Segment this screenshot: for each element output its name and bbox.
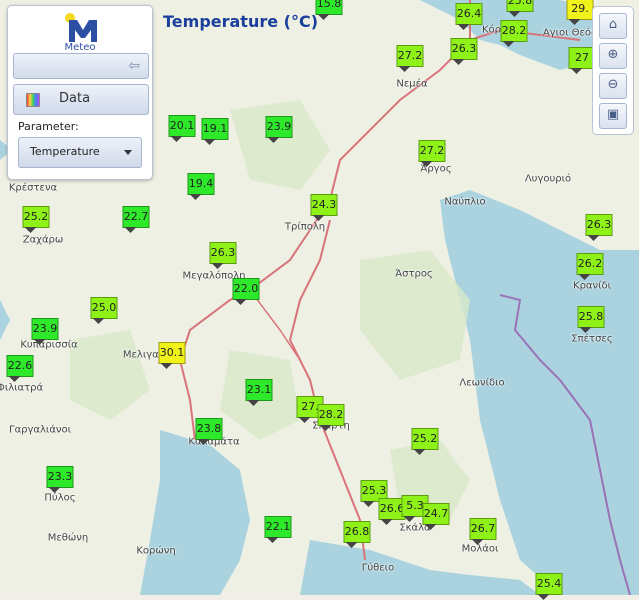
temperature-marker[interactable]: 27.2: [418, 140, 446, 167]
temperature-marker[interactable]: 24.3: [310, 194, 338, 221]
place-label: Λυγουριό: [524, 173, 572, 185]
place-label: Ναύπλιο: [444, 196, 486, 208]
temperature-marker[interactable]: 28.2: [500, 20, 528, 47]
temperature-marker[interactable]: 15.8: [315, 0, 343, 20]
temperature-marker[interactable]: 22.0: [232, 278, 260, 305]
temperature-marker[interactable]: 23.9: [265, 116, 293, 143]
place-label: Αγιοι Θεόδ: [542, 27, 598, 39]
place-label: Σπέτσες: [571, 333, 613, 345]
parameter-value: Temperature: [30, 145, 100, 158]
place-label: Μεθώνη: [47, 532, 89, 544]
place-label: Γαργαλιάνοι: [8, 424, 72, 436]
place-label: Κρανίδι: [573, 280, 611, 292]
map-title: Temperature (°C): [163, 12, 319, 31]
home-icon[interactable]: ⌂: [599, 13, 627, 39]
place-label: Φιλιατρά: [0, 382, 44, 394]
color-palette-icon: [26, 93, 40, 107]
zoom-in-icon[interactable]: ⊕: [599, 43, 627, 69]
collapse-bar[interactable]: ⇦: [13, 53, 149, 79]
temperature-marker[interactable]: 26.2: [576, 253, 604, 280]
place-label: Λεωνίδιο: [459, 377, 505, 389]
data-button[interactable]: Data: [13, 84, 149, 115]
temperature-marker[interactable]: 23.3: [46, 466, 74, 493]
zoom-out-icon[interactable]: ⊖: [599, 73, 627, 99]
place-label: Άστρος: [395, 268, 433, 280]
temperature-marker[interactable]: 26.8: [343, 521, 371, 548]
temperature-marker[interactable]: 25.8: [577, 306, 605, 333]
place-label: Κυπαρισσία: [20, 339, 78, 351]
map-toolbar: ⌂ ⊕ ⊖ ▣: [592, 6, 634, 135]
temperature-marker[interactable]: 23.9: [31, 318, 59, 345]
temperature-marker[interactable]: 26.7: [469, 518, 497, 545]
temperature-marker[interactable]: 27.2: [396, 45, 424, 72]
chevron-down-icon: [124, 150, 132, 155]
place-label: Μολάοι: [461, 543, 499, 555]
fit-extent-icon[interactable]: ▣: [599, 103, 627, 129]
temperature-marker[interactable]: 26.4: [455, 3, 483, 30]
back-arrow-icon[interactable]: ⇦: [128, 58, 140, 74]
temperature-marker[interactable]: 20.1: [168, 115, 196, 142]
temperature-marker[interactable]: 26.3: [450, 38, 478, 65]
temperature-marker[interactable]: 28.2: [317, 404, 345, 431]
control-panel: Meteo ⇦ Data Parameter: Temperature: [7, 5, 153, 180]
temperature-marker[interactable]: 30.1: [158, 342, 186, 369]
temperature-marker[interactable]: 23.8: [195, 418, 223, 445]
data-button-label: Data: [59, 91, 91, 106]
temperature-marker[interactable]: 29.: [566, 0, 594, 25]
temperature-marker[interactable]: 19.4: [187, 173, 215, 200]
place-label: Πύλος: [44, 492, 76, 504]
temperature-marker[interactable]: 22.6: [6, 355, 34, 382]
place-label: Κορώνη: [136, 545, 176, 557]
temperature-marker[interactable]: 25.0: [90, 297, 118, 324]
parameter-label: Parameter:: [18, 120, 79, 133]
place-label: Κρέστενα: [8, 182, 58, 194]
temperature-marker[interactable]: 26.3: [585, 214, 613, 241]
parameter-select[interactable]: Temperature: [18, 137, 142, 168]
temperature-marker[interactable]: 25.4: [535, 573, 563, 600]
temperature-marker[interactable]: 25.8: [506, 0, 534, 17]
temperature-marker[interactable]: 22.7: [122, 206, 150, 233]
temperature-marker[interactable]: 25.2: [22, 206, 50, 233]
place-label: Νεμέα: [396, 78, 428, 90]
logo-text: Meteo: [64, 42, 96, 53]
temperature-marker[interactable]: 24.7: [422, 503, 450, 530]
temperature-marker[interactable]: 25.2: [411, 428, 439, 455]
temperature-marker[interactable]: 26.3: [209, 242, 237, 269]
place-label: Γύθειο: [361, 562, 395, 574]
temperature-marker[interactable]: 19.1: [201, 118, 229, 145]
place-label: Ζαχάρω: [22, 234, 64, 246]
temperature-marker[interactable]: 23.1: [245, 379, 273, 406]
place-label: Τρίπολη: [284, 221, 326, 233]
temperature-marker[interactable]: 22.1: [264, 516, 292, 543]
